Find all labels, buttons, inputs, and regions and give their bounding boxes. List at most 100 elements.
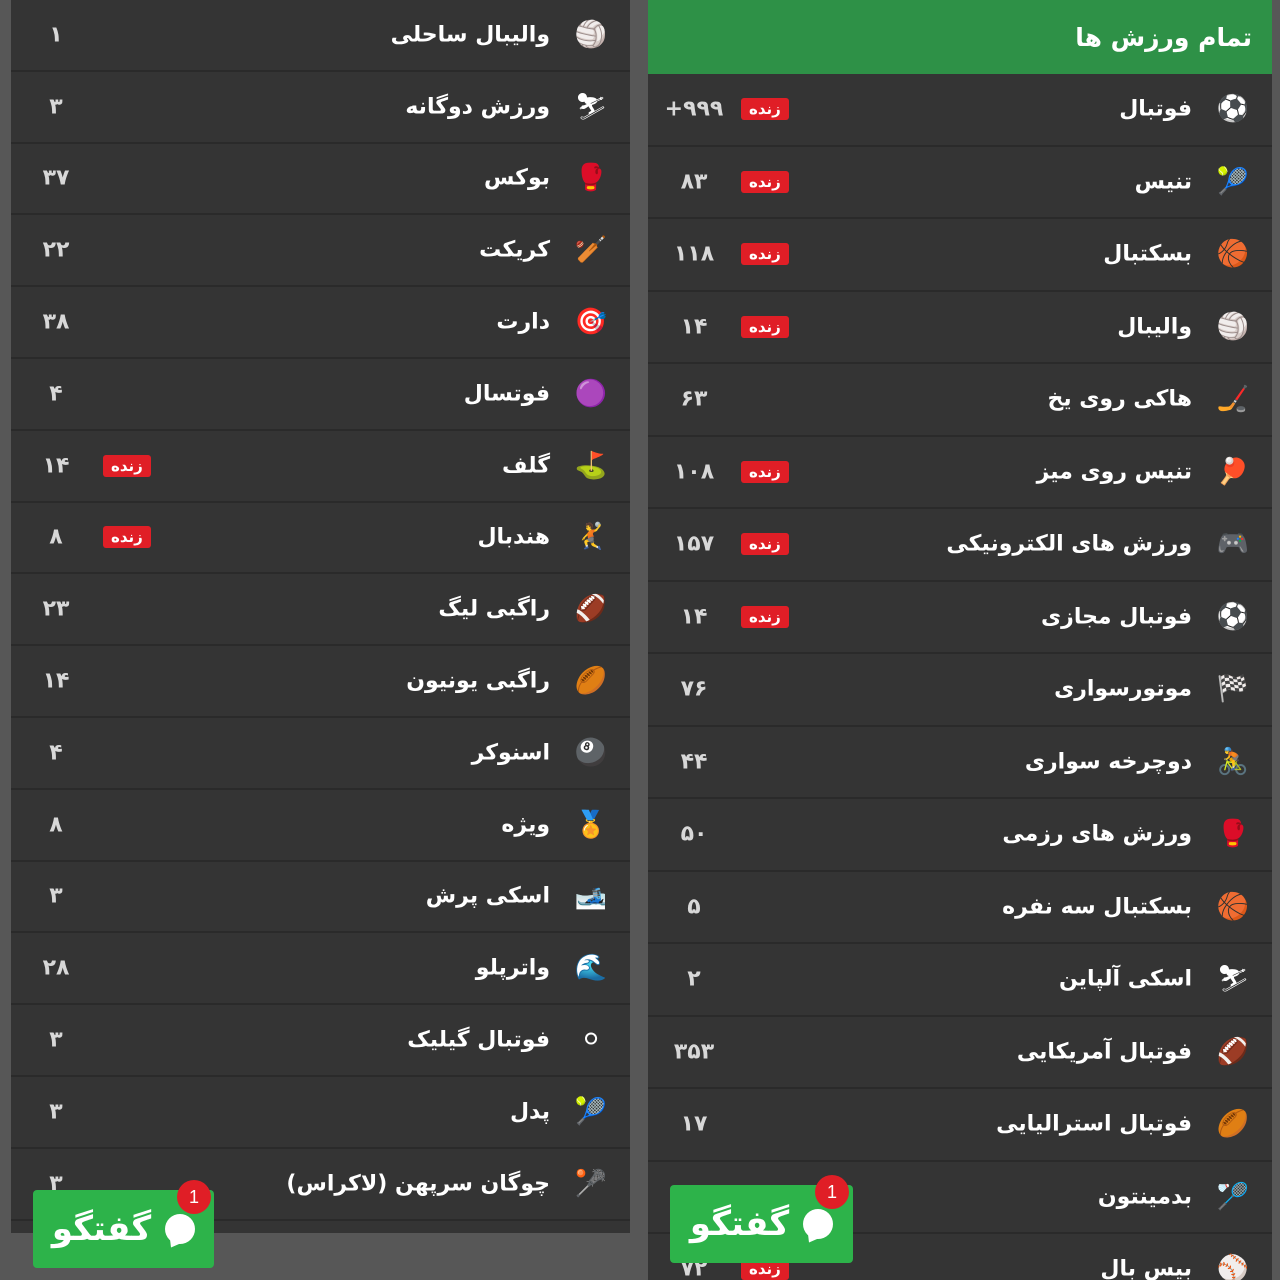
sport-name: دارت [496, 309, 550, 335]
sport-row[interactable]: 🎱 اسنوکر ۴ [11, 718, 630, 790]
event-count: ۸ [49, 524, 63, 550]
sport-name: اسکی آلپاین [1059, 966, 1192, 992]
sport-name: هندبال [477, 524, 550, 550]
ski-jump-icon: 🎿 [574, 881, 608, 912]
event-count: ۴۴ [680, 749, 708, 775]
sport-name: کریکت [479, 237, 550, 263]
sport-name: پدل [509, 1099, 550, 1125]
sport-row[interactable]: ⚪ فوتبال گیلیک ۳ [11, 1005, 630, 1077]
event-count: ۳ [49, 1099, 63, 1125]
sport-row[interactable]: 🥊 بوکس ۳۷ [11, 144, 630, 216]
sport-row[interactable]: 🚴 دوچرخه سواری ۴۴ [648, 727, 1272, 799]
event-count: ۳ [49, 883, 63, 909]
table-tennis-icon: 🏓 [1216, 456, 1250, 487]
sport-row[interactable]: ⚽ فوتبال مجازی زنده ۱۴ [648, 582, 1272, 654]
sport-row[interactable]: 🏈 راگبی لیگ ۲۳ [11, 574, 630, 647]
alpine-ski-icon: ⛷ [1216, 964, 1250, 995]
event-count: ۵۰ [680, 821, 708, 847]
event-count: ۱۷ [680, 1111, 708, 1137]
all-sports-title[interactable]: تمام ورزش ها [1075, 23, 1252, 52]
chat-unread-badge: 1 [177, 1180, 211, 1214]
chat-button[interactable]: گفتگو 1 [670, 1175, 853, 1263]
sport-name: والیبال [1117, 314, 1192, 340]
event-count: ۱ [49, 22, 63, 48]
event-count: ۳۵۳ [673, 1039, 715, 1065]
boxing-icon: 🥊 [574, 163, 608, 194]
sport-row[interactable]: 🏀 بسکتبال سه نفره ۵ [648, 872, 1272, 944]
sport-name: بوکس [484, 165, 550, 191]
sport-row[interactable]: ⛳ گلف زنده ۱۴ [11, 431, 630, 503]
rosette-icon: 🏅 [574, 809, 608, 840]
chat-label: گفتگو [51, 1209, 152, 1249]
event-count: ۳ [49, 1027, 63, 1053]
chat-label: گفتگو [689, 1204, 790, 1244]
sport-row[interactable]: 🟣 فوتسال ۴ [11, 359, 630, 431]
sport-row[interactable]: 🏏 کریکت ۲۲ [11, 215, 630, 288]
sport-name: ورزش های رزمی [1002, 821, 1192, 847]
sport-row[interactable]: 🎾 تنیس زنده ۸۳ [648, 147, 1272, 219]
event-count: ۴ [49, 381, 63, 407]
sport-row[interactable]: 🎯 دارت ۳۸ [11, 287, 630, 359]
gamepad-icon: 🎮 [1216, 529, 1250, 560]
sport-row[interactable]: 🏐 والیبال زنده ۱۴ [648, 292, 1272, 364]
sport-row[interactable]: ⛷ ورزش دوگانه ۳ [11, 72, 630, 144]
sport-row[interactable]: 🏉 فوتبال استرالیایی ۱۷ [648, 1089, 1272, 1162]
sport-name: والیبال ساحلی [390, 22, 550, 48]
sport-row[interactable]: 🏐 والیبال ساحلی ۱ [11, 0, 630, 72]
event-count: ۶۳ [680, 386, 708, 412]
rugby-ball-icon: 🏉 [1216, 1109, 1250, 1140]
beach-volleyball-icon: 🏐 [574, 19, 608, 50]
event-count: +۹۹۹ [664, 96, 724, 122]
sport-row[interactable]: 🎿 اسکی پرش ۳ [11, 862, 630, 934]
soccer-ball-icon: ⚽ [1216, 94, 1250, 125]
sport-row[interactable]: 🏒 هاکی روی یخ ۶۳ [648, 364, 1272, 437]
sport-row[interactable]: 🏀 بسکتبال زنده ۱۱۸ [648, 219, 1272, 292]
sport-row[interactable]: 🎮 ورزش های الکترونیکی زنده ۱۵۷ [648, 509, 1272, 582]
live-badge: زنده [103, 454, 151, 477]
dart-icon: 🎯 [574, 307, 608, 338]
sport-row[interactable]: 🎾 پدل ۳ [11, 1077, 630, 1149]
sport-row[interactable]: ⛷ اسکی آلپاین ۲ [648, 944, 1272, 1017]
event-count: ۸ [49, 812, 63, 838]
sport-row[interactable]: 🥊 ورزش های رزمی ۵۰ [648, 799, 1272, 872]
sport-row[interactable]: 🤾 هندبال زنده ۸ [11, 503, 630, 575]
crossed-skis-icon: ⛷ [574, 91, 608, 122]
sport-row[interactable]: 🏅 ویژه ۸ [11, 790, 630, 862]
live-badge: زنده [741, 533, 789, 556]
chat-button[interactable]: گفتگو 1 [33, 1180, 214, 1268]
virtual-soccer-icon: ⚽ [1216, 601, 1250, 632]
sport-name: چوگان سرپهن (لاکراس) [286, 1171, 550, 1197]
event-count: ۳۷ [42, 165, 70, 191]
sport-name: ورزش های الکترونیکی [946, 531, 1192, 557]
event-count: ۱۵۷ [673, 531, 715, 557]
basketball-icon: 🏀 [1216, 239, 1250, 270]
basketball-3x3-icon: 🏀 [1216, 891, 1250, 922]
volleyball-icon: 🏐 [1216, 311, 1250, 342]
event-count: ۱۴ [42, 453, 70, 479]
sport-row[interactable]: ⚽ فوتبال زنده +۹۹۹ [648, 74, 1272, 147]
sport-row[interactable]: 🏓 تنیس روی میز زنده ۱۰۸ [648, 437, 1272, 509]
event-count: ۵ [687, 894, 701, 920]
sport-row[interactable]: 🏁 موتورسواری ۷۶ [648, 654, 1272, 727]
rugby-league-icon: 🏈 [574, 594, 608, 625]
left-rows-container: 🏐 والیبال ساحلی ۱ ⛷ ورزش دوگانه ۳ 🥊 بوکس ۳۷ 🏏 کریک… [11, 0, 630, 1221]
handball-player-icon: 🤾 [574, 522, 608, 553]
event-count: ۳ [49, 94, 63, 120]
live-badge: زنده [741, 460, 789, 483]
snooker-balls-icon: 🎱 [574, 737, 608, 768]
sport-row[interactable]: 🏉 راگبی یونیون ۱۴ [11, 646, 630, 718]
sport-name: بسکتبال سه نفره [1002, 894, 1192, 920]
sport-name: ورزش دوگانه [405, 94, 550, 120]
sport-name: اسکی پرش [425, 883, 550, 909]
sports-list-right: تمام ورزش ها ⚽ فوتبال زنده +۹۹۹ 🎾 تنیس زنده ۸۳ 🏀… [648, 0, 1272, 1280]
lacrosse-sticks-icon: 🥍 [574, 1168, 608, 1199]
sport-row[interactable]: 🌊 واترپلو ۲۸ [11, 933, 630, 1006]
sport-name: واترپلو [475, 955, 550, 981]
cricket-bat-icon: 🏏 [574, 235, 608, 266]
chat-bubble-icon [803, 1209, 834, 1239]
event-count: ۱۰۸ [673, 459, 715, 485]
rugby-union-icon: 🏉 [574, 666, 608, 697]
sport-row[interactable]: 🏈 فوتبال آمریکایی ۳۵۳ [648, 1017, 1272, 1089]
padel-racket-icon: 🎾 [574, 1096, 608, 1127]
shuttlecock-icon: 🏸 [1216, 1181, 1250, 1212]
